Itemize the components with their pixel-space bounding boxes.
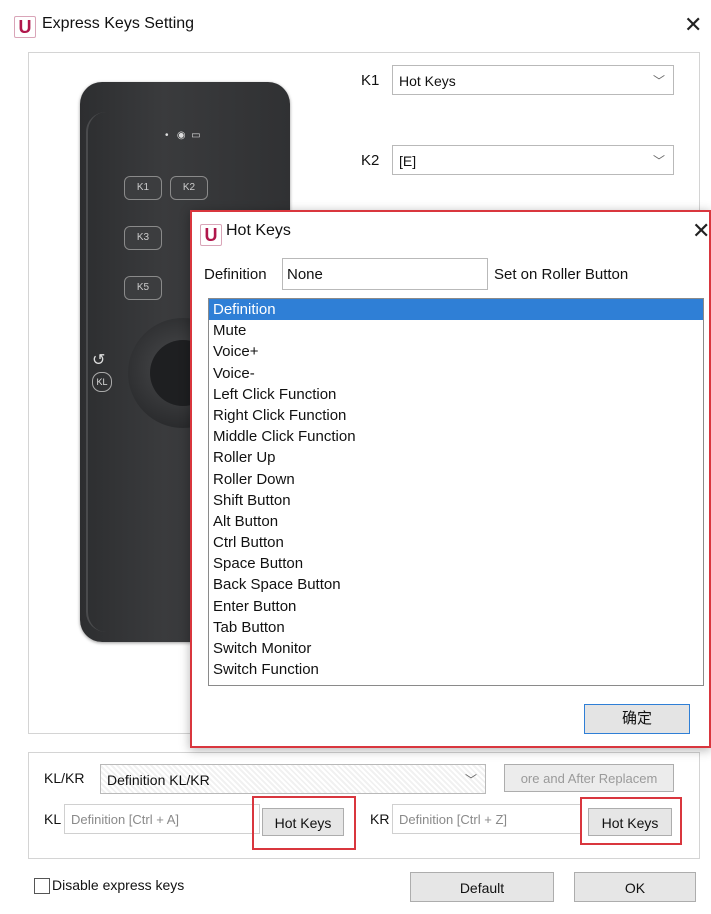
device-roller-key: KL <box>92 372 112 392</box>
list-item[interactable]: Alt Button <box>209 511 703 532</box>
list-item[interactable]: Back Space Button <box>209 574 703 595</box>
disable-express-keys-checkbox[interactable] <box>34 878 50 894</box>
klkr-select-value: Definition KL/KR <box>107 772 210 788</box>
device-button-k3: K3 <box>124 226 162 250</box>
default-button[interactable]: Default <box>410 872 554 902</box>
kl-field[interactable]: Definition [Ctrl + A] <box>64 804 260 834</box>
k1-select[interactable]: Hot Keys ﹀ <box>392 65 674 95</box>
list-item[interactable]: Space Button <box>209 553 703 574</box>
k1-select-value: Hot Keys <box>399 73 456 89</box>
list-item[interactable]: Right Click Function <box>209 405 703 426</box>
status-lights-icon: • ◉ ▭ <box>165 130 201 141</box>
list-item[interactable]: Voice- <box>209 363 703 384</box>
list-item[interactable]: Roller Up <box>209 447 703 468</box>
kr-label: KR <box>370 811 390 827</box>
list-item[interactable]: Roller Down <box>209 469 703 490</box>
title-bar: U Express Keys Setting ✕ <box>0 0 711 52</box>
k2-select-value: [E] <box>399 153 417 169</box>
list-item[interactable]: Tab Button <box>209 617 703 638</box>
chevron-down-icon: ﹀ <box>464 773 477 787</box>
disable-express-keys-label: Disable express keys <box>52 877 185 893</box>
list-item[interactable]: Middle Click Function <box>209 426 703 447</box>
k2-select[interactable]: [E] ﹀ <box>392 145 674 175</box>
app-logo-icon: U <box>200 224 222 246</box>
hotkeys-dialog: U Hot Keys ✕ Definition None Set on Roll… <box>190 210 711 748</box>
hotkey-listbox[interactable]: Definition Mute Voice+ Voice- Left Click… <box>208 298 704 686</box>
confirm-button[interactable]: 确定 <box>584 704 690 734</box>
replace-button[interactable]: ore and After Replacem <box>504 764 674 792</box>
device-button-k1: K1 <box>124 176 162 200</box>
list-item[interactable]: Switch Function <box>209 659 703 680</box>
rotate-icon: ↺ <box>92 352 106 369</box>
klkr-select[interactable]: Definition KL/KR ﹀ <box>100 764 486 794</box>
app-logo-icon: U <box>14 16 36 38</box>
chevron-down-icon: ﹀ <box>652 154 665 168</box>
close-icon[interactable]: ✕ <box>692 218 710 244</box>
dialog-title: Hot Keys <box>226 222 291 239</box>
ok-button[interactable]: OK <box>574 872 696 902</box>
list-item[interactable]: Voice+ <box>209 341 703 362</box>
list-item[interactable]: Shift Button <box>209 490 703 511</box>
list-item[interactable]: Mute <box>209 320 703 341</box>
k2-label: K2 <box>361 152 380 169</box>
list-item[interactable]: Definition <box>209 299 703 321</box>
device-button-k5: K5 <box>124 276 162 300</box>
device-button-k2: K2 <box>170 176 208 200</box>
window-title: Express Keys Setting <box>42 15 195 32</box>
list-item[interactable]: Enter Button <box>209 596 703 617</box>
definition-input[interactable]: None <box>282 258 488 290</box>
list-item[interactable]: Left Click Function <box>209 384 703 405</box>
set-on-roller-label: Set on Roller Button <box>494 266 629 283</box>
definition-label: Definition <box>204 266 267 283</box>
chevron-down-icon: ﹀ <box>652 74 665 88</box>
kr-highlight-box <box>580 797 682 845</box>
klkr-label: KL/KR <box>44 770 85 786</box>
express-keys-window: U Express Keys Setting ✕ • ◉ ▭ K1 K2 K3 … <box>0 0 711 914</box>
kl-highlight-box <box>252 796 356 850</box>
close-icon[interactable]: ✕ <box>684 12 702 38</box>
kr-field[interactable]: Definition [Ctrl + Z] <box>392 804 582 834</box>
k1-label: K1 <box>361 72 380 89</box>
list-item[interactable]: Ctrl Button <box>209 532 703 553</box>
list-item[interactable]: Switch Monitor <box>209 638 703 659</box>
kl-label: KL <box>44 811 62 827</box>
